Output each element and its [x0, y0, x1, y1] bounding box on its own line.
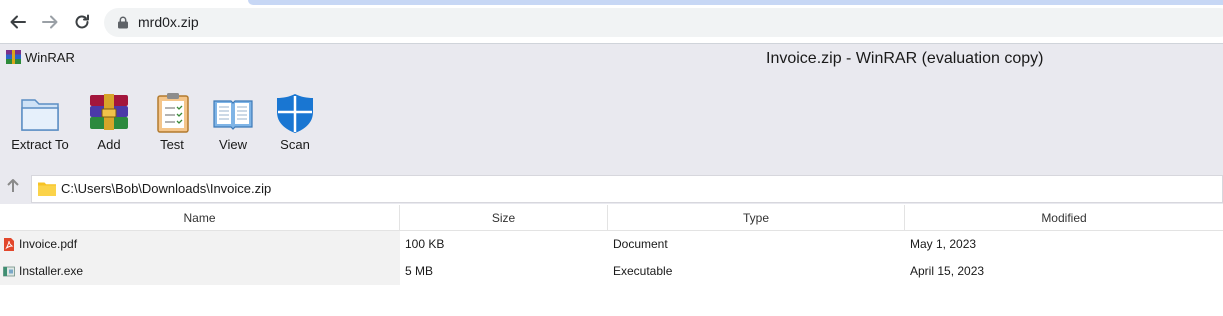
exe-icon: [3, 266, 15, 277]
file-name: Invoice.pdf: [19, 237, 78, 251]
scan-label: Scan: [280, 137, 310, 152]
address-bar[interactable]: mrd0x.zip: [104, 8, 1223, 37]
back-button[interactable]: [6, 10, 30, 34]
file-modified: April 15, 2023: [910, 264, 985, 278]
pdf-icon: [4, 238, 14, 251]
winrar-logo-icon: [6, 50, 21, 64]
file-size: 5 MB: [405, 264, 434, 278]
up-arrow-icon[interactable]: [5, 178, 21, 194]
file-type: Document: [613, 237, 668, 251]
test-button[interactable]: Test: [151, 92, 193, 152]
test-label: Test: [160, 137, 184, 152]
file-modified: May 1, 2023: [910, 237, 977, 251]
folder-icon: [38, 182, 56, 196]
column-header-modified[interactable]: Modified: [905, 205, 1223, 231]
file-row[interactable]: Invoice.pdf 100 KB Document May 1, 2023: [0, 231, 1223, 258]
app-name: WinRAR: [25, 50, 75, 65]
tab-strip: [248, 0, 1223, 5]
lock-icon[interactable]: [117, 16, 129, 29]
column-header-name[interactable]: Name: [0, 205, 400, 231]
add-button[interactable]: Add: [86, 92, 132, 152]
forward-button[interactable]: [38, 10, 62, 34]
reload-button[interactable]: [70, 10, 94, 34]
file-type: Executable: [613, 264, 673, 278]
reload-icon: [75, 14, 89, 29]
open-book-icon: [213, 100, 253, 130]
column-header-size[interactable]: Size: [400, 205, 608, 231]
shield-icon: [277, 94, 313, 133]
path-bar[interactable]: C:\Users\Bob\Downloads\Invoice.zip: [31, 175, 1223, 203]
scan-button[interactable]: Scan: [273, 92, 317, 152]
forward-arrow-icon: [42, 15, 58, 29]
folder-icon: [21, 99, 59, 131]
view-label: View: [219, 137, 247, 152]
file-name-cell[interactable]: Invoice.pdf: [0, 231, 400, 258]
clipboard-checklist-icon: [157, 93, 189, 133]
browser-toolbar: mrd0x.zip: [0, 0, 1223, 44]
path-text: C:\Users\Bob\Downloads\Invoice.zip: [61, 181, 272, 196]
winrar-window: WinRAR Invoice.zip - WinRAR (evaluation …: [0, 44, 1223, 204]
view-button[interactable]: View: [211, 92, 255, 152]
extract-to-button[interactable]: Extract To: [10, 92, 70, 152]
add-label: Add: [97, 137, 121, 152]
column-header-type[interactable]: Type: [608, 205, 905, 231]
back-arrow-icon: [10, 15, 26, 29]
file-row[interactable]: Installer.exe 5 MB Executable April 15, …: [0, 258, 1223, 285]
file-list-header: Name Size Type Modified: [0, 205, 1223, 231]
url-text: mrd0x.zip: [138, 14, 199, 30]
file-name-cell[interactable]: Installer.exe: [0, 258, 400, 285]
archive-books-icon: [90, 94, 128, 130]
extract-to-label: Extract To: [11, 137, 69, 152]
window-title: Invoice.zip - WinRAR (evaluation copy): [766, 50, 1044, 67]
file-name: Installer.exe: [19, 264, 84, 278]
file-size: 100 KB: [405, 237, 445, 251]
